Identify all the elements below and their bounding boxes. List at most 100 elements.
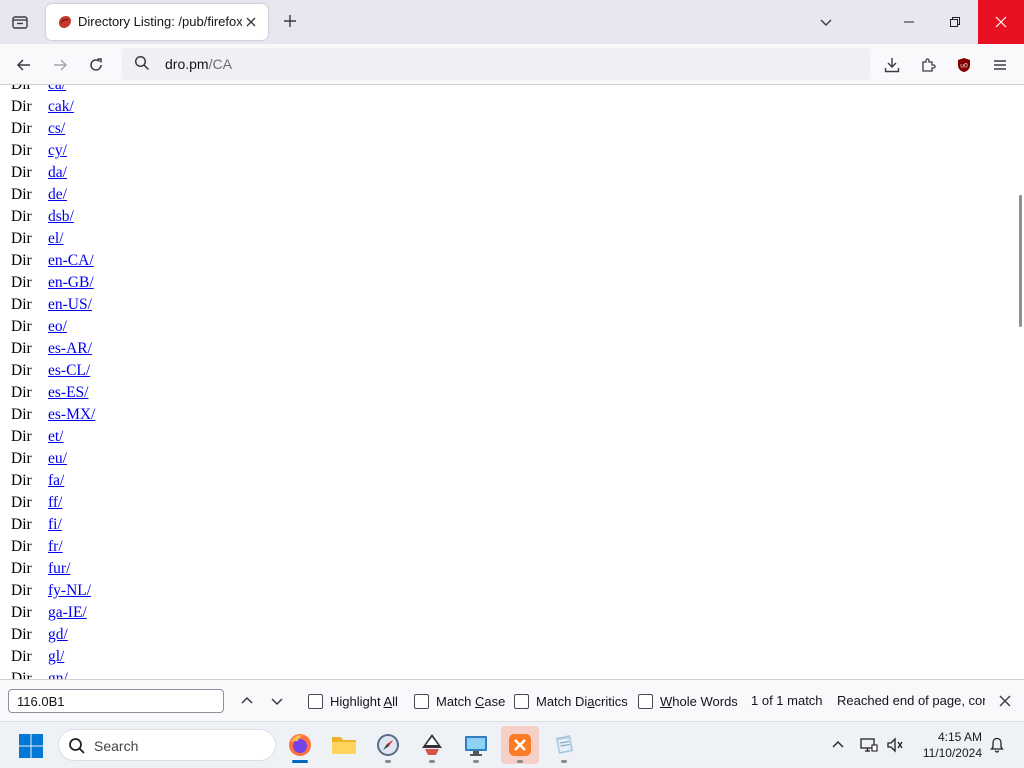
directory-link[interactable]: es-ES/: [48, 382, 88, 404]
whole-words-checkbox[interactable]: Whole Words: [638, 692, 738, 710]
directory-link[interactable]: es-MX/: [48, 404, 95, 426]
highlight-all-checkbox[interactable]: Highlight All: [308, 692, 398, 710]
directory-link[interactable]: cak/: [48, 96, 74, 118]
directory-link[interactable]: fr/: [48, 536, 63, 558]
match-case-checkbox[interactable]: Match Case: [414, 692, 505, 710]
checkbox-box[interactable]: [308, 693, 323, 709]
clock[interactable]: 4:15 AM 11/10/2024: [912, 729, 982, 761]
search-icon: [134, 55, 150, 76]
taskbar-notes[interactable]: [545, 726, 583, 764]
directory-link[interactable]: gd/: [48, 624, 68, 646]
taskbar-inkscape[interactable]: [413, 726, 451, 764]
back-button[interactable]: [10, 51, 38, 79]
window-close-button[interactable]: [978, 0, 1024, 44]
taskbar-file-explorer[interactable]: [325, 726, 363, 764]
directory-link[interactable]: gn/: [48, 668, 68, 679]
start-button[interactable]: [18, 733, 44, 759]
directory-link[interactable]: de/: [48, 184, 67, 206]
network-icon: [860, 738, 878, 752]
forward-button[interactable]: [46, 51, 74, 79]
checkbox-box[interactable]: [514, 693, 529, 709]
taskbar-remote-desktop[interactable]: [457, 726, 495, 764]
label-part: Match Di: [536, 693, 588, 709]
ublock-button[interactable]: u0: [950, 51, 978, 79]
url-text[interactable]: dro.pm/CA: [165, 56, 232, 72]
directory-link[interactable]: fa/: [48, 470, 64, 492]
find-input[interactable]: [8, 689, 224, 713]
back-icon: [16, 59, 30, 71]
minimize-button[interactable]: [886, 0, 932, 44]
find-close-button[interactable]: [994, 690, 1016, 712]
scrollbar-thumb[interactable]: [1019, 195, 1022, 327]
directory-link[interactable]: eo/: [48, 316, 67, 338]
tab-strip: Directory Listing: /pub/firefox/releases…: [0, 0, 1024, 44]
running-indicator: [561, 760, 567, 763]
svg-text:u0: u0: [960, 63, 968, 70]
extensions-button[interactable]: [914, 51, 942, 79]
directory-link[interactable]: eu/: [48, 448, 67, 470]
all-tabs-button[interactable]: [814, 10, 838, 34]
volume-button[interactable]: [884, 734, 906, 756]
directory-link[interactable]: en-US/: [48, 294, 92, 316]
directory-link[interactable]: es-AR/: [48, 338, 92, 360]
tab-close-button[interactable]: [242, 13, 260, 31]
directory-link[interactable]: ff/: [48, 492, 62, 514]
active-tab[interactable]: Directory Listing: /pub/firefox/releases…: [46, 4, 268, 40]
access-key: A: [383, 693, 393, 709]
directory-link[interactable]: en-GB/: [48, 272, 94, 294]
directory-link[interactable]: fi/: [48, 514, 62, 536]
directory-link[interactable]: fy-NL/: [48, 580, 91, 602]
checkbox-box[interactable]: [638, 693, 653, 709]
directory-link[interactable]: dsb/: [48, 206, 74, 228]
taskbar-safari[interactable]: [369, 726, 407, 764]
find-next-button[interactable]: [266, 690, 288, 712]
match-diacritics-checkbox[interactable]: Match Diacritics: [514, 692, 628, 710]
network-button[interactable]: [858, 734, 880, 756]
downloads-button[interactable]: [878, 51, 906, 79]
taskbar-search[interactable]: Search: [58, 729, 276, 761]
directory-link[interactable]: en-CA/: [48, 250, 94, 272]
access-key: C: [475, 693, 485, 709]
reload-button[interactable]: [82, 51, 110, 79]
tab-list-button[interactable]: [6, 8, 34, 36]
match-diacritics-label: Match Diacritics: [536, 694, 628, 709]
close-icon: [995, 16, 1007, 28]
directory-link[interactable]: es-CL/: [48, 360, 90, 382]
checkbox-box[interactable]: [414, 693, 429, 709]
directory-link[interactable]: fur/: [48, 558, 70, 580]
entry-type: Dir: [11, 604, 32, 621]
entry-type: Dir: [11, 450, 32, 467]
show-hidden-icons-button[interactable]: [827, 734, 849, 756]
highlight-all-label: Highlight All: [330, 694, 398, 709]
entry-type: Dir: [11, 340, 32, 357]
entry-type: Dir: [11, 164, 32, 181]
taskbar-firefox[interactable]: [281, 726, 319, 764]
notifications-button[interactable]: [986, 734, 1008, 756]
directory-link[interactable]: ca/: [48, 85, 66, 96]
directory-link[interactable]: cy/: [48, 140, 67, 162]
app-menu-button[interactable]: [986, 51, 1014, 79]
new-tab-button[interactable]: [279, 10, 301, 32]
tab-title: Directory Listing: /pub/firefox/releases…: [78, 14, 242, 29]
ublock-icon: u0: [958, 58, 970, 72]
restore-button[interactable]: [932, 0, 978, 44]
match-count: 1 of 1 match: [751, 693, 823, 708]
find-status: Reached end of page, continued from top: [837, 693, 985, 708]
address-bar[interactable]: dro.pm/CA: [122, 48, 870, 80]
entry-type: Dir: [11, 252, 32, 269]
directory-link[interactable]: et/: [48, 426, 64, 448]
taskbar-xampp[interactable]: [501, 726, 539, 764]
directory-link[interactable]: ga-IE/: [48, 602, 87, 624]
find-previous-button[interactable]: [236, 690, 258, 712]
entry-type: Dir: [11, 670, 32, 679]
url-host: dro.pm: [165, 56, 209, 72]
directory-link[interactable]: el/: [48, 228, 64, 250]
label-part: Highlight: [330, 693, 384, 709]
running-indicator: [429, 760, 435, 763]
directory-link[interactable]: cs/: [48, 118, 65, 140]
minimize-icon: [904, 21, 914, 23]
directory-link[interactable]: da/: [48, 162, 67, 184]
directory-link[interactable]: gl/: [48, 646, 64, 668]
whole-words-label: Whole Words: [660, 694, 738, 709]
page-scrollbar[interactable]: [1016, 85, 1024, 679]
